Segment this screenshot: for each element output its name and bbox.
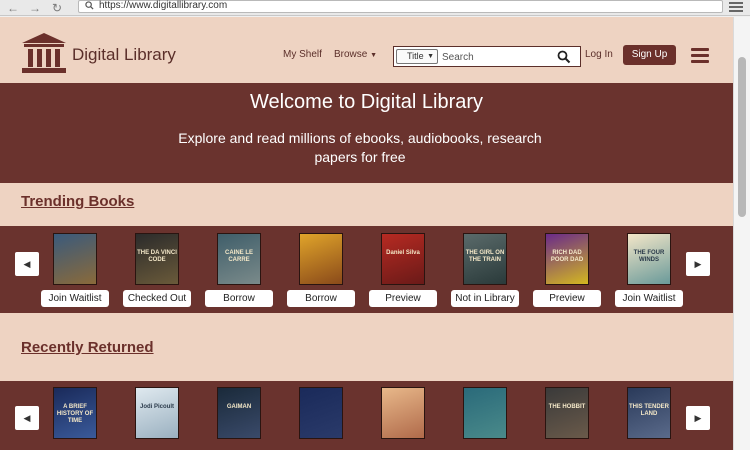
book-cover-text: THE HOBBIT (548, 404, 586, 410)
book-cover[interactable]: THE DA VINCI CODE (135, 233, 179, 285)
book-item[interactable] (451, 387, 519, 439)
book-action-button[interactable]: Preview (533, 290, 601, 307)
book-cover-text: CAINE LE CARRE (224, 250, 253, 263)
search-bar: Title ▼ (393, 46, 581, 67)
browser-menu-icon[interactable] (728, 0, 744, 14)
book-cover[interactable]: THE GIRL ON THE TRAIN (463, 233, 507, 285)
search-field-select[interactable]: Title ▼ (396, 49, 438, 64)
scrollbar-thumb[interactable] (738, 57, 746, 217)
book-action-button[interactable]: Borrow (287, 290, 355, 307)
library-building-icon[interactable] (20, 31, 68, 75)
book-item[interactable]: GAIMAN (205, 387, 273, 439)
book-action-button[interactable]: Join Waitlist (41, 290, 109, 307)
book-item[interactable]: THE FOUR WINDS Join Waitlist (615, 233, 683, 307)
carousel-next-button[interactable]: ▶ (686, 252, 710, 276)
scrollbar[interactable] (733, 17, 750, 450)
book-cover-text: Daniel Silva (386, 250, 420, 256)
book-cover[interactable] (299, 387, 343, 439)
book-item[interactable]: THE GIRL ON THE TRAIN Not in Library (451, 233, 519, 307)
book-item[interactable] (369, 387, 437, 439)
hamburger-menu-icon[interactable] (691, 48, 709, 64)
book-item[interactable]: Daniel Silva Preview (369, 233, 437, 307)
hero-banner: Welcome to Digital Library Explore and r… (0, 83, 733, 183)
book-cover[interactable] (381, 387, 425, 439)
book-action-button[interactable]: Preview (369, 290, 437, 307)
book-cover-text: THE GIRL ON THE TRAIN (465, 250, 505, 263)
book-cover[interactable]: Jodi Picoult (135, 387, 179, 439)
book-cover[interactable]: A BRIEF HISTORY OF TIME (53, 387, 97, 439)
book-cover[interactable]: GAIMAN (217, 387, 261, 439)
book-item[interactable]: THE DA VINCI CODE Checked Out (123, 233, 191, 307)
book-item[interactable]: THIS TENDER LAND (615, 387, 683, 439)
book-item[interactable]: Jodi Picoult (123, 387, 191, 439)
login-link[interactable]: Log In (585, 49, 613, 60)
book-cover[interactable] (53, 233, 97, 285)
site-title[interactable]: Digital Library (72, 45, 176, 65)
recently-returned-heading[interactable]: Recently Returned (21, 339, 154, 356)
trending-carousel: ◀ ▶ Join Waitlist THE DA VINCI CODE Checke… (0, 226, 733, 313)
book-cover[interactable]: THIS TENDER LAND (627, 387, 671, 439)
carousel-next-button[interactable]: ▶ (686, 406, 710, 430)
recently-returned-carousel: ◀ ▶ A BRIEF HISTORY OF TIME Jodi Picoult G… (0, 381, 733, 450)
url-text: https://www.digitallibrary.com (99, 0, 228, 11)
book-cover-text: Jodi Picoult (139, 404, 174, 410)
book-cover-text: THIS TENDER LAND (628, 404, 669, 417)
book-cover-text: THE DA VINCI CODE (137, 250, 177, 263)
book-cover-text: GAIMAN (226, 404, 252, 410)
trending-books-heading[interactable]: Trending Books (21, 193, 134, 210)
book-item[interactable]: THE HOBBIT (533, 387, 601, 439)
carousel-prev-button[interactable]: ◀ (15, 406, 39, 430)
book-cover[interactable]: Daniel Silva (381, 233, 425, 285)
signup-button[interactable]: Sign Up (623, 45, 676, 65)
book-action-button[interactable]: Borrow (205, 290, 273, 307)
book-cover-text: A BRIEF HISTORY OF TIME (56, 404, 94, 424)
book-action-button[interactable]: Checked Out (123, 290, 191, 307)
book-cover-text: THE FOUR WINDS (633, 250, 665, 263)
book-cover-text: RICH DAD POOR DAD (550, 250, 584, 263)
reload-icon[interactable]: ↻ (50, 1, 64, 15)
search-input[interactable] (442, 50, 552, 64)
nav-browse[interactable]: Browse ▼ (334, 49, 377, 60)
site-header: Digital Library My Shelf Browse ▼ Title … (0, 17, 733, 83)
book-cover[interactable]: RICH DAD POOR DAD (545, 233, 589, 285)
book-cover[interactable]: THE HOBBIT (545, 387, 589, 439)
book-item[interactable] (287, 387, 355, 439)
book-cover[interactable]: THE FOUR WINDS (627, 233, 671, 285)
nav-browse-label: Browse (334, 49, 368, 60)
book-item[interactable]: Join Waitlist (41, 233, 109, 307)
search-icon[interactable] (557, 50, 571, 64)
book-item[interactable]: RICH DAD POOR DAD Preview (533, 233, 601, 307)
book-cover[interactable]: CAINE LE CARRE (217, 233, 261, 285)
chevron-down-icon: ▼ (370, 52, 378, 59)
book-action-button[interactable]: Not in Library (451, 290, 519, 307)
book-item[interactable]: A BRIEF HISTORY OF TIME (41, 387, 109, 439)
book-action-button[interactable]: Join Waitlist (615, 290, 683, 307)
book-cover[interactable] (463, 387, 507, 439)
hero-subtitle: Explore and read millions of ebooks, aud… (178, 130, 542, 165)
forward-icon[interactable]: → (28, 1, 42, 15)
back-icon[interactable]: ← (6, 1, 20, 15)
nav-my-shelf[interactable]: My Shelf (283, 49, 322, 60)
dropdown-arrow-icon: ▼ (427, 53, 434, 60)
search-select-value: Title (407, 51, 424, 61)
address-bar[interactable]: https://www.digitallibrary.com (78, 0, 723, 13)
page: Digital Library My Shelf Browse ▼ Title … (0, 17, 733, 450)
carousel-prev-button[interactable]: ◀ (15, 252, 39, 276)
hero-title: Welcome to Digital Library (249, 91, 484, 113)
book-item[interactable]: Borrow (287, 233, 355, 307)
book-item[interactable]: CAINE LE CARRE Borrow (205, 233, 273, 307)
book-cover[interactable] (299, 233, 343, 285)
search-icon (85, 1, 94, 10)
browser-toolbar: ← → ↻ https://www.digitallibrary.com (0, 0, 750, 16)
